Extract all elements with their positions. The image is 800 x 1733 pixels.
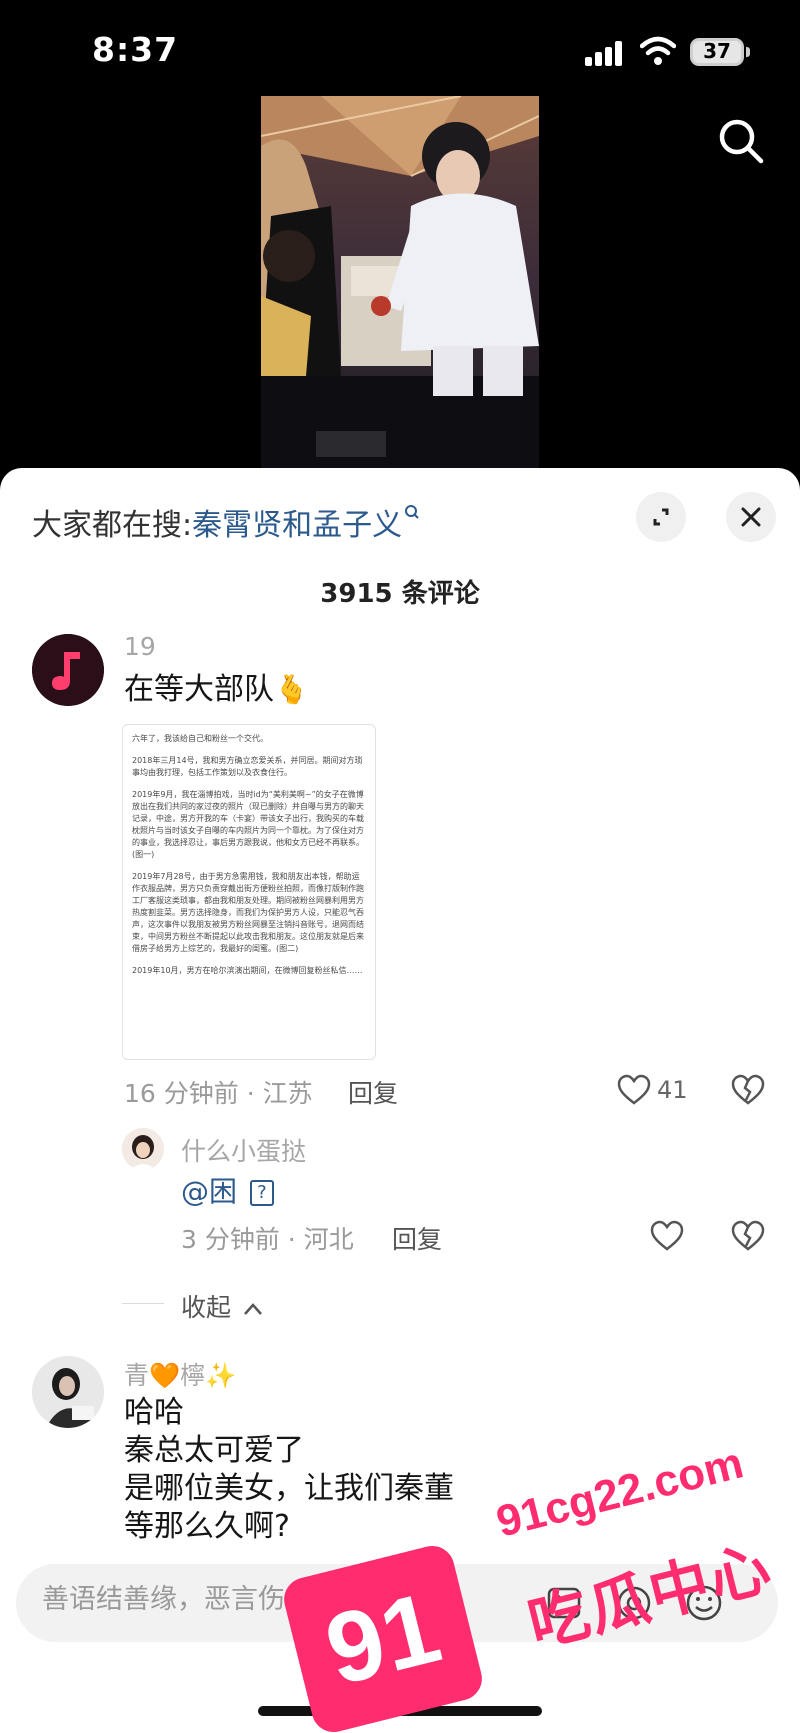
comment-line: 哈哈 xyxy=(124,1395,184,1430)
expand-button[interactable] xyxy=(636,492,686,542)
sparkles-emoji: ✨ xyxy=(205,1361,237,1390)
heart-icon[interactable] xyxy=(617,1074,651,1106)
orange-heart-emoji: 🧡 xyxy=(149,1361,181,1390)
close-icon xyxy=(741,507,761,527)
username-part: 青 xyxy=(124,1361,150,1390)
comment-meta: 16 分钟前 · 江苏 xyxy=(124,1079,313,1108)
comment-text: 在等大部队🫰 xyxy=(124,671,309,709)
battery-icon: 37 xyxy=(690,38,744,66)
broken-heart-icon[interactable] xyxy=(731,1220,765,1252)
small-search-icon xyxy=(405,505,419,519)
doc-paragraph: 六年了，我该给自己和粉丝一个交代。 xyxy=(132,734,268,743)
reply-meta: 3 分钟前 · 河北 xyxy=(181,1225,354,1254)
reply-text: @困 ? xyxy=(181,1173,274,1211)
avatar[interactable] xyxy=(32,634,104,706)
comment-line: 秦总太可爱了 xyxy=(124,1433,304,1468)
comments-count: 3915 条评论 xyxy=(320,579,480,609)
signal-icon xyxy=(585,40,625,66)
music-note-icon xyxy=(32,634,104,706)
status-time: 8:37 xyxy=(92,30,179,69)
doc-paragraph: 2019年10月，男方在哈尔滨演出期间，在微博回复粉丝私信…… xyxy=(132,966,363,975)
comment-attached-image[interactable]: 六年了，我该给自己和粉丝一个交代。 2018年三月14号，我和男方确立恋爱关系，… xyxy=(122,724,376,1060)
wifi-icon xyxy=(640,36,676,65)
avatar[interactable] xyxy=(32,1356,104,1428)
username-part: 檸 xyxy=(180,1361,206,1390)
mention-link[interactable]: @困 xyxy=(181,1175,237,1208)
avatar-image xyxy=(122,1128,164,1170)
comment-line: 等那么久啊? xyxy=(124,1509,290,1544)
heart-icon[interactable] xyxy=(650,1220,684,1252)
comment-username[interactable]: 青🧡檸✨ xyxy=(124,1356,236,1392)
broken-heart-icon[interactable] xyxy=(731,1074,765,1106)
doc-paragraph: 2018年三月14号，我和男方确立恋爱关系，并同居。期间对方琐事均由我打理，包括… xyxy=(132,756,363,777)
like-count: 41 xyxy=(657,1076,688,1104)
comment-line: 是哪位美女，让我们秦董 xyxy=(124,1471,454,1506)
battery-cap xyxy=(746,47,750,57)
reply-button[interactable]: 回复 xyxy=(348,1074,398,1110)
comment-text-body: 在等大部队 xyxy=(124,672,274,707)
comment-username[interactable]: 19 xyxy=(124,632,156,661)
reply-username[interactable]: 什么小蛋挞 xyxy=(181,1132,306,1168)
video-frame-image xyxy=(261,96,539,468)
close-button[interactable] xyxy=(726,492,776,542)
comments-sheet: 大家都在搜:秦霄贤和孟子义 3915 条评论 19 在等大部队🫰 六年了，我该给… xyxy=(0,468,800,1733)
expand-icon xyxy=(653,508,669,526)
collapse-label: 收起 xyxy=(181,1293,232,1322)
doc-paragraph: 2019年7月28号，由于男方急需用钱，我和朋友出本钱，帮助运作衣服品牌，男方只… xyxy=(132,872,364,953)
collapse-replies-button[interactable]: 收起 xyxy=(181,1288,263,1324)
watermark-name: 吃瓜中心 xyxy=(521,1532,780,1661)
hot-search-prefix: 大家都在搜: xyxy=(32,508,193,543)
video-player[interactable] xyxy=(261,96,539,468)
hot-search-keyword[interactable]: 秦霄贤和孟子义 xyxy=(192,508,402,543)
battery-level: 37 xyxy=(703,39,731,63)
chevron-up-icon xyxy=(244,1303,262,1315)
collapse-divider xyxy=(122,1303,164,1304)
search-icon[interactable] xyxy=(716,116,766,166)
unknown-emoji-icon: ? xyxy=(249,1180,274,1206)
doc-paragraph: 2019年9月，我在淄博拍戏，当时id为“美利美啊~”的女子在微博放出在我们共同… xyxy=(132,790,364,859)
hot-search-banner[interactable]: 大家都在搜:秦霄贤和孟子义 xyxy=(32,500,420,544)
avatar-image xyxy=(32,1356,104,1428)
status-bar: 8:37 37 xyxy=(0,0,800,100)
reply-button[interactable]: 回复 xyxy=(392,1220,442,1256)
finger-heart-emoji: 🫰 xyxy=(274,673,309,706)
avatar[interactable] xyxy=(122,1128,164,1170)
